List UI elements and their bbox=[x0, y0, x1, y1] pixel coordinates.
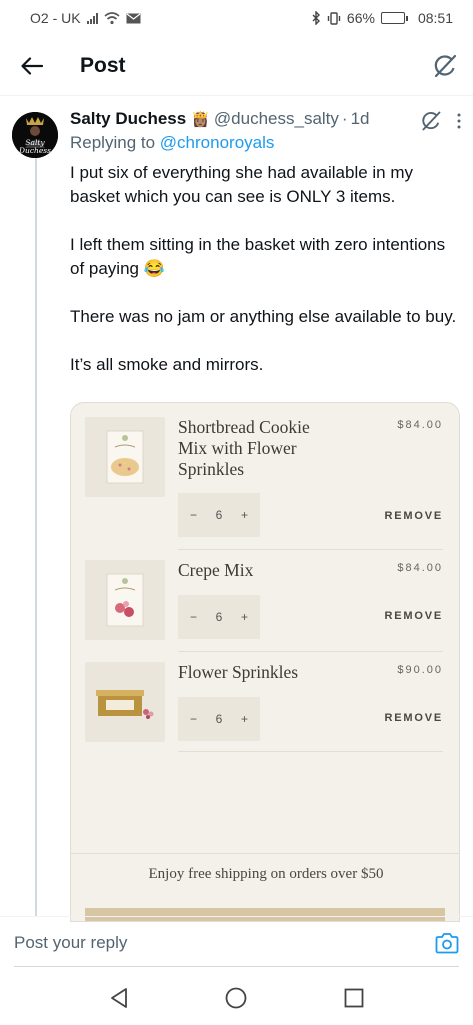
author-emoji: 👸🏽 bbox=[191, 111, 210, 128]
page-title: Post bbox=[80, 53, 126, 77]
signal-icon bbox=[86, 12, 98, 24]
remove-button[interactable]: REMOVE bbox=[385, 712, 443, 724]
grok-icon[interactable] bbox=[420, 110, 442, 132]
replying-prefix: Replying to bbox=[70, 133, 156, 152]
tweet-paragraph: I left them sitting in the basket with z… bbox=[70, 235, 446, 278]
tweet-paragraph: There was no jam or anything else availa… bbox=[70, 307, 457, 326]
clock: 08:51 bbox=[417, 10, 453, 26]
avatar-image: Salty Duchess bbox=[12, 112, 58, 158]
author-name[interactable]: Salty Duchess bbox=[70, 109, 186, 129]
product-name[interactable]: Crepe Mix bbox=[178, 560, 328, 581]
product-price: $84.00 bbox=[397, 419, 443, 431]
bluetooth-icon bbox=[312, 11, 320, 25]
carrier-label: O2 - UK bbox=[30, 10, 81, 26]
reply-underline bbox=[14, 966, 459, 967]
back-arrow-icon bbox=[21, 56, 43, 75]
decrement-button[interactable]: − bbox=[190, 610, 197, 624]
reply-input[interactable] bbox=[14, 932, 435, 953]
replying-to: Replying to @chronoroyals bbox=[70, 133, 462, 157]
quantity-stepper: − 6 + bbox=[178, 595, 260, 639]
increment-button[interactable]: + bbox=[241, 508, 248, 522]
nav-home-icon bbox=[226, 987, 247, 1008]
avatar-text-2: Duchess bbox=[18, 146, 51, 155]
nav-back-button[interactable] bbox=[89, 978, 149, 1018]
status-bar: O2 - UK 66% 08:51 bbox=[0, 0, 473, 36]
grok-button[interactable] bbox=[417, 36, 473, 96]
shipping-divider bbox=[71, 853, 459, 854]
tweet-text: I put six of everything she had availabl… bbox=[70, 161, 462, 377]
tweet-paragraph: It’s all smoke and mirrors. bbox=[70, 355, 264, 374]
quantity-stepper: − 6 + bbox=[178, 493, 260, 537]
app-header: Post bbox=[0, 36, 473, 96]
increment-button[interactable]: + bbox=[241, 610, 248, 624]
crepe-mix-box-image bbox=[106, 573, 144, 627]
nav-back-icon bbox=[110, 987, 127, 1008]
product-name[interactable]: Flower Sprinkles bbox=[178, 662, 328, 683]
item-divider bbox=[178, 751, 443, 752]
battery-icon bbox=[380, 12, 408, 24]
separator: · bbox=[341, 109, 348, 128]
cart-item: Flower Sprinkles $90.00 − 6 + REMOVE bbox=[85, 662, 445, 762]
quantity-value: 6 bbox=[215, 712, 223, 726]
remove-button[interactable]: REMOVE bbox=[385, 510, 443, 522]
product-thumbnail bbox=[85, 662, 165, 742]
author-handle[interactable]: @duchess_salty bbox=[214, 109, 339, 129]
status-left: O2 - UK bbox=[30, 10, 141, 26]
increment-button[interactable]: + bbox=[241, 712, 248, 726]
product-price: $84.00 bbox=[397, 562, 443, 574]
back-button[interactable] bbox=[0, 36, 64, 96]
tweet-actions bbox=[420, 110, 462, 132]
reply-bar bbox=[0, 916, 473, 968]
status-right: 66% 08:51 bbox=[312, 10, 453, 26]
tweet-media-cart[interactable]: Shortbread Cookie Mix with Flower Sprink… bbox=[70, 402, 460, 922]
decrement-button[interactable]: − bbox=[190, 508, 197, 522]
remove-button[interactable]: REMOVE bbox=[385, 610, 443, 622]
camera-icon[interactable] bbox=[435, 932, 459, 954]
wifi-icon bbox=[104, 11, 120, 24]
quantity-stepper: − 6 + bbox=[178, 697, 260, 741]
battery-percent: 66% bbox=[346, 10, 375, 26]
tweet: Salty Duchess 👸🏽 @duchess_salty · 1d Rep… bbox=[70, 106, 462, 401]
cookie-mix-box-image bbox=[106, 430, 144, 484]
post-time[interactable]: 1d bbox=[351, 109, 370, 129]
vibrate-icon bbox=[327, 11, 341, 25]
product-thumbnail bbox=[85, 560, 165, 640]
mail-icon bbox=[126, 13, 141, 23]
avatar[interactable]: Salty Duchess bbox=[12, 112, 58, 158]
nav-home-button[interactable] bbox=[206, 978, 266, 1018]
cart-item: Shortbread Cookie Mix with Flower Sprink… bbox=[85, 417, 445, 557]
thread-line bbox=[35, 156, 37, 916]
flower-sprinkles-tin-image bbox=[96, 690, 154, 719]
replying-handle-link[interactable]: @chronoroyals bbox=[160, 133, 275, 152]
tweet-paragraph: I put six of everything she had availabl… bbox=[70, 163, 414, 206]
decrement-button[interactable]: − bbox=[190, 712, 197, 726]
nav-recents-icon bbox=[344, 988, 364, 1007]
tweet-header: Salty Duchess 👸🏽 @duchess_salty · 1d bbox=[70, 106, 462, 132]
system-nav-bar bbox=[0, 970, 473, 1025]
quantity-value: 6 bbox=[215, 610, 223, 624]
product-price: $90.00 bbox=[397, 664, 443, 676]
cart-item: Crepe Mix $84.00 − 6 + REMOVE bbox=[85, 560, 445, 660]
shipping-note: Enjoy free shipping on orders over $50 bbox=[148, 866, 384, 882]
item-divider bbox=[178, 549, 443, 550]
nav-recents-button[interactable] bbox=[324, 978, 384, 1018]
more-options-icon[interactable] bbox=[456, 112, 462, 130]
product-name[interactable]: Shortbread Cookie Mix with Flower Sprink… bbox=[178, 417, 328, 480]
product-thumbnail bbox=[85, 417, 165, 497]
grok-icon bbox=[434, 54, 457, 77]
item-divider bbox=[178, 651, 443, 652]
quantity-value: 6 bbox=[215, 508, 223, 522]
